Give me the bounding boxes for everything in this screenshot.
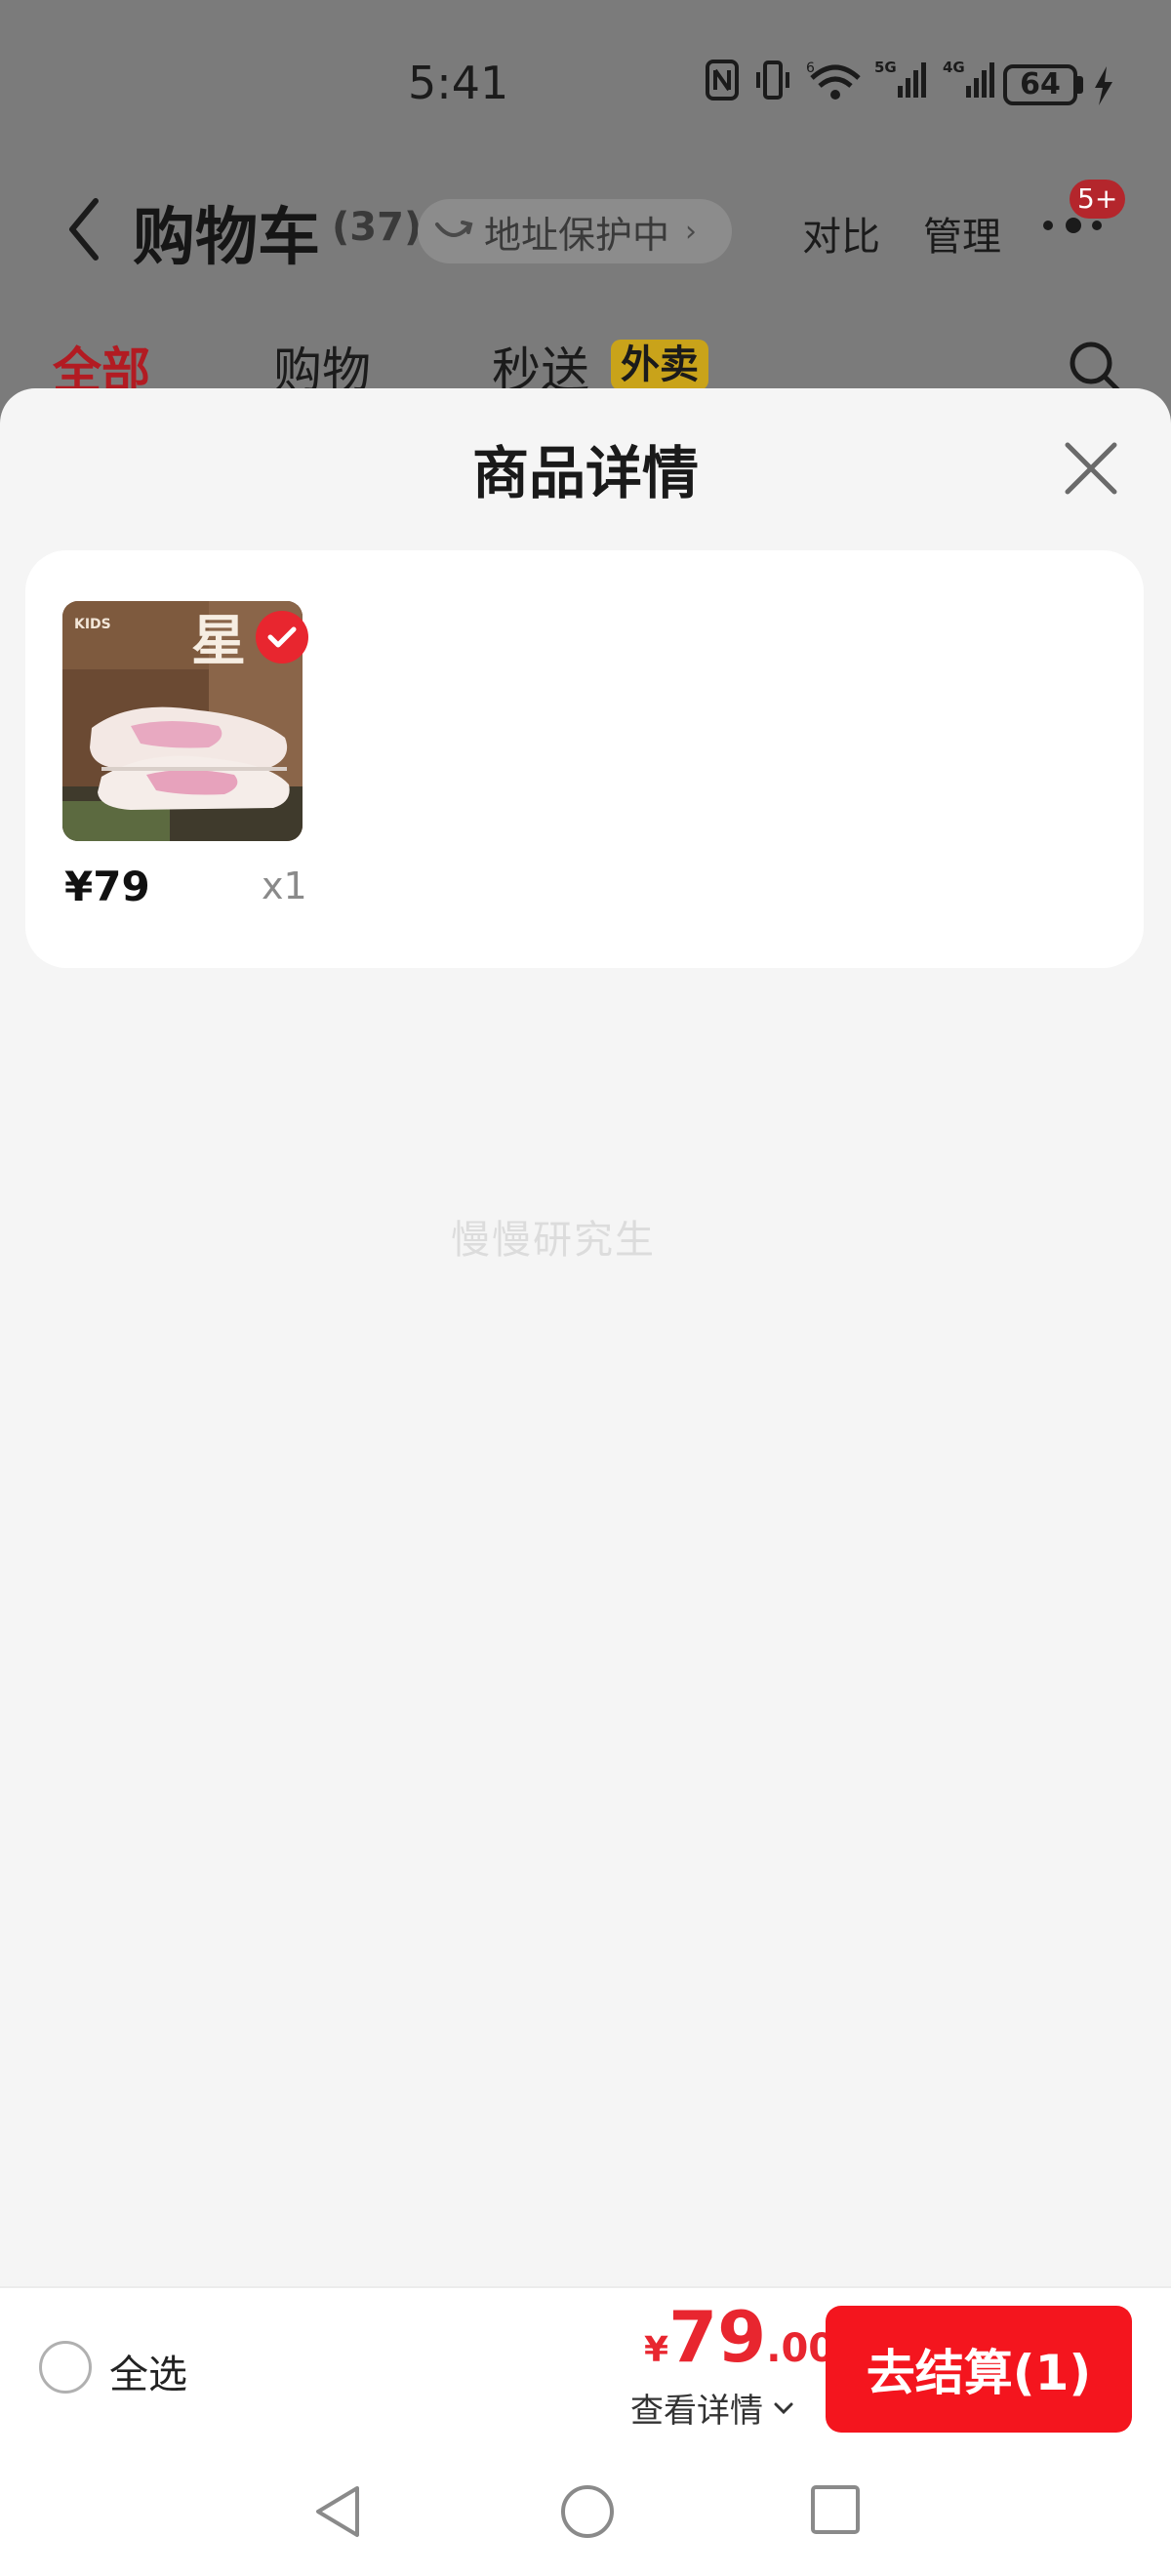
- close-icon[interactable]: [1062, 439, 1120, 498]
- svg-text:4G: 4G: [943, 59, 965, 76]
- item-quantity: x1: [262, 865, 307, 907]
- view-details-link[interactable]: 查看详情: [630, 2384, 794, 2432]
- nav-back-icon[interactable]: [310, 2482, 365, 2541]
- svg-text:5G: 5G: [874, 59, 897, 76]
- address-protection-pill[interactable]: 地址保护中 ›: [418, 199, 732, 263]
- item-price: ¥79: [64, 863, 150, 910]
- chevron-right-icon: ›: [685, 214, 698, 249]
- nfc-icon: [706, 60, 739, 101]
- status-bar: 5:41 6 5G 4G 64: [0, 0, 1171, 176]
- 5g-signal-icon: 5G: [874, 59, 926, 98]
- nav-home-icon[interactable]: [558, 2482, 617, 2541]
- smile-icon: [435, 221, 473, 237]
- status-icons: 6 5G 4G: [705, 59, 997, 101]
- manage-button[interactable]: 管理: [923, 205, 1001, 262]
- vibrate-icon: [756, 60, 789, 100]
- select-all-radio[interactable]: [39, 2341, 92, 2394]
- system-navigation-bar: [0, 2447, 1171, 2576]
- product-item-card: KIDS 星 ¥79 x1: [25, 550, 1144, 968]
- back-arrow-icon[interactable]: [64, 195, 103, 263]
- nav-recent-apps-icon[interactable]: [810, 2484, 861, 2535]
- total-integer: 79: [668, 2296, 767, 2378]
- cart-header: 购物车 (37) 地址保护中 › 对比 管理 5+: [0, 176, 1171, 283]
- address-protection-label: 地址保护中: [484, 213, 670, 257]
- sheet-title: 商品详情: [471, 440, 699, 506]
- battery-tip: [1077, 76, 1083, 94]
- select-all-label[interactable]: 全选: [109, 2343, 187, 2399]
- search-icon[interactable]: [1066, 338, 1124, 396]
- thumb-title-text: 星: [191, 610, 246, 673]
- page-title: 购物车: [133, 202, 320, 274]
- background-page: 5:41 6 5G 4G 64 购物车 (37) 地址保护中 › 对比 管理 5…: [0, 0, 1171, 410]
- thumb-brand-text: KIDS: [74, 617, 111, 632]
- product-details-sheet: 商品详情 KIDS 星 ¥79 x1 慢慢研究生: [0, 388, 1171, 2286]
- compare-button[interactable]: 对比: [802, 205, 880, 262]
- wifi-icon: 6: [806, 60, 861, 100]
- view-details-label: 查看详情: [630, 2392, 763, 2431]
- takeout-badge: 外卖: [611, 340, 708, 390]
- battery-icon: 64: [1003, 64, 1077, 105]
- selected-check-icon[interactable]: [256, 611, 308, 664]
- watermark-text: 慢慢研究生: [451, 1218, 656, 1263]
- charging-icon: [1095, 66, 1112, 105]
- 4g-signal-icon: 4G: [943, 59, 994, 98]
- total-currency: ¥: [644, 2330, 669, 2370]
- message-badge: 5+: [1070, 180, 1126, 219]
- checkout-button[interactable]: 去结算(1): [826, 2306, 1132, 2433]
- total-price: ¥79.00: [644, 2296, 835, 2378]
- cart-count: (37): [332, 205, 423, 250]
- chevron-down-icon: [774, 2402, 793, 2414]
- status-time: 5:41: [408, 57, 509, 109]
- checkout-bar: 全选 ¥79.00 查看详情 去结算(1): [0, 2286, 1171, 2447]
